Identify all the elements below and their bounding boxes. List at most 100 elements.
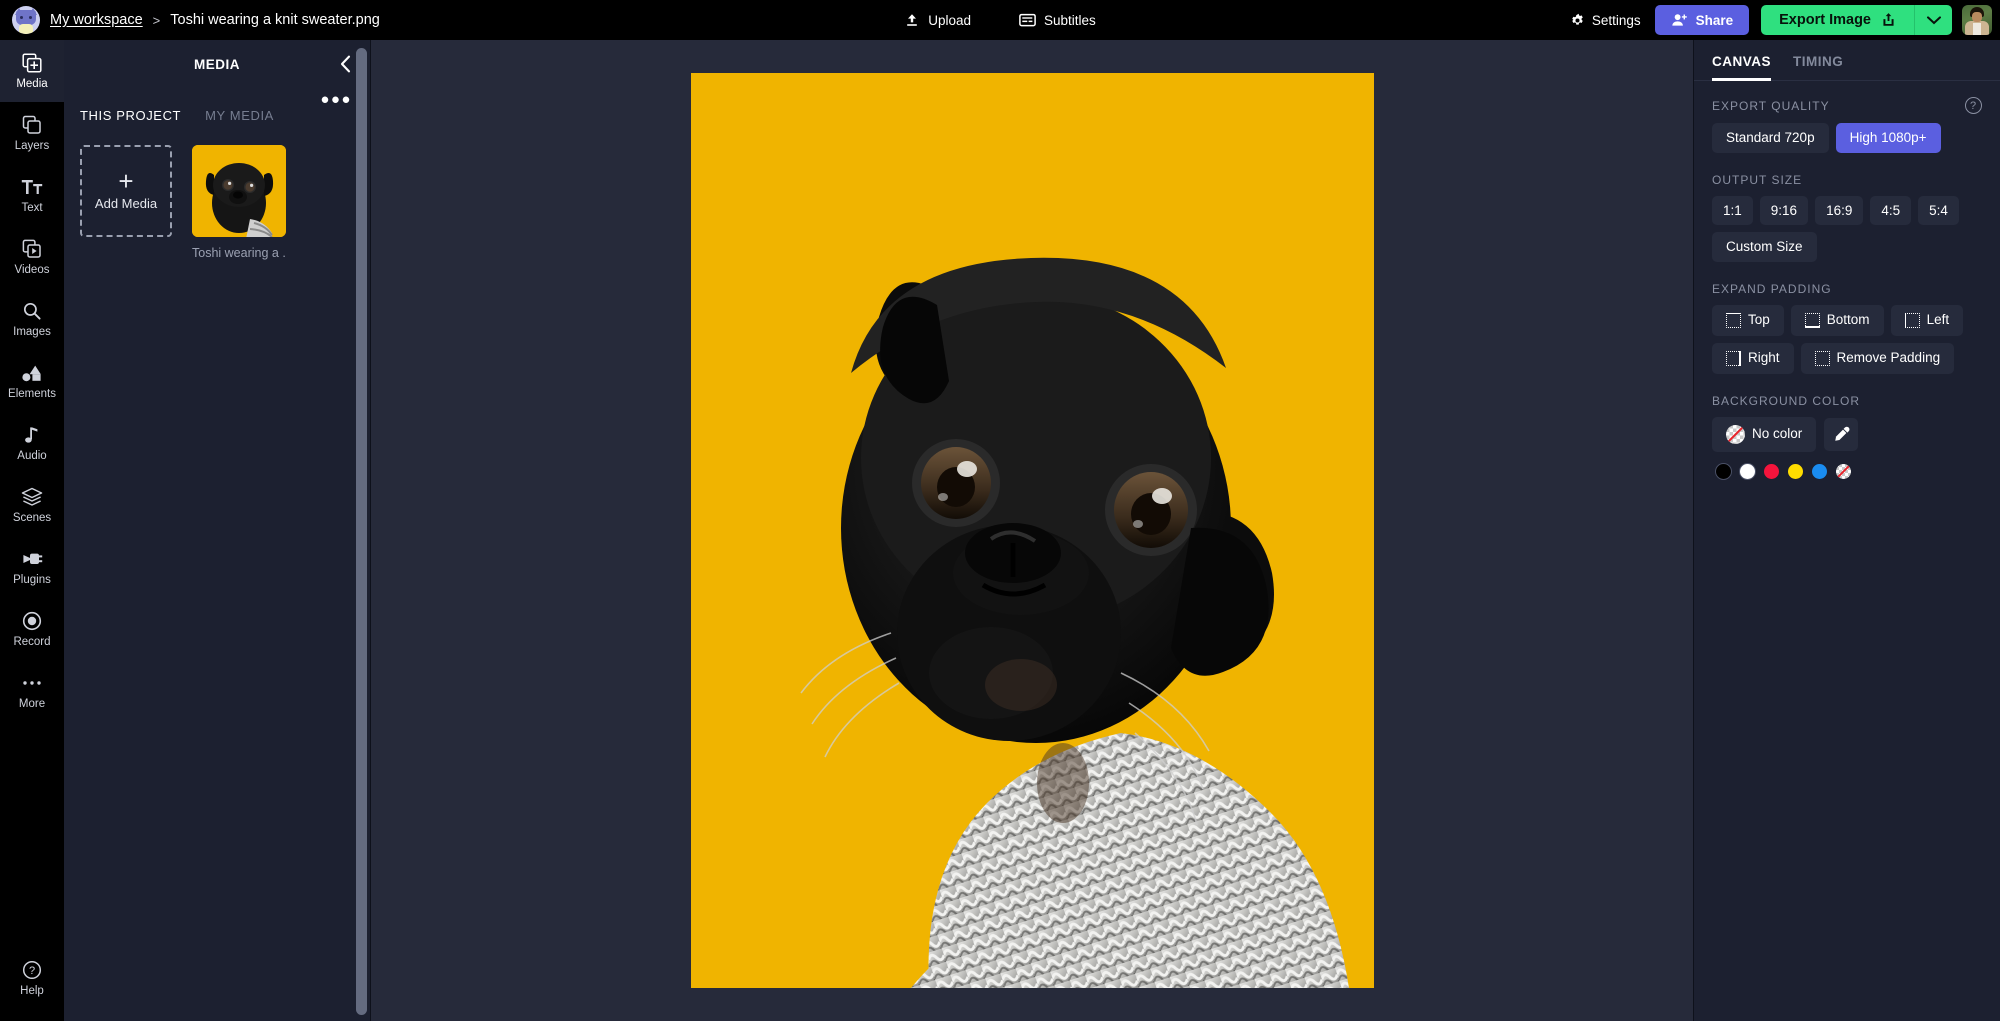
add-person-icon [1671, 13, 1688, 27]
media-panel-scrollbar[interactable] [356, 48, 367, 1015]
padding-top-label: Top [1748, 312, 1770, 328]
sidebar-item-layers[interactable]: Layers [0, 102, 64, 164]
share-button[interactable]: Share [1654, 5, 1750, 35]
media-panel-body: ●●● THIS PROJECT MY MEDIA + Add Media To… [64, 80, 370, 1021]
quality-high-1080p-button[interactable]: High 1080p+ [1835, 123, 1941, 153]
tab-timing[interactable]: TIMING [1793, 54, 1843, 81]
ratio-16-9-button[interactable]: 16:9 [1815, 195, 1864, 225]
sidebar-item-audio[interactable]: Audio [0, 412, 64, 474]
sidebar-label-text: Text [21, 202, 43, 214]
swatch-white[interactable] [1740, 463, 1755, 479]
breadcrumb-separator: > [152, 12, 161, 28]
sidebar-item-scenes[interactable]: Scenes [0, 474, 64, 536]
tab-this-project[interactable]: THIS PROJECT [80, 108, 181, 123]
media-options-button[interactable]: ●●● [320, 92, 352, 107]
media-item[interactable]: Toshi wearing a ... [192, 145, 286, 260]
text-icon [21, 176, 43, 198]
swatch-black[interactable] [1716, 463, 1731, 479]
app-body: Media Layers Text Videos Images Elements… [0, 40, 2000, 1021]
sidebar-item-media[interactable]: Media [0, 40, 64, 102]
sidebar-item-text[interactable]: Text [0, 164, 64, 226]
swatch-red[interactable] [1764, 463, 1779, 479]
swatch-transparent[interactable] [1836, 463, 1851, 479]
sidebar-item-images[interactable]: Images [0, 288, 64, 350]
plus-icon: + [118, 165, 134, 196]
padding-bottom-icon [1804, 312, 1820, 328]
padding-left-button[interactable]: Left [1890, 304, 1964, 336]
padding-bottom-button[interactable]: Bottom [1790, 304, 1884, 336]
settings-button[interactable]: Settings [1570, 13, 1641, 28]
padding-bottom-label: Bottom [1826, 312, 1870, 328]
sidebar-item-record[interactable]: Record [0, 598, 64, 660]
file-name-label[interactable]: Toshi wearing a knit sweater.png [170, 12, 380, 28]
settings-label: Settings [1591, 12, 1641, 28]
sidebar-label-record: Record [13, 636, 51, 648]
upload-button[interactable]: Upload [898, 8, 977, 32]
media-panel-scrollbar-thumb[interactable] [356, 48, 367, 1015]
more-icon [21, 672, 43, 694]
svg-text:?: ? [29, 965, 35, 977]
custom-size-button[interactable]: Custom Size [1712, 232, 1817, 262]
sidebar-label-help: Help [20, 985, 44, 997]
ratio-5-4-button[interactable]: 5:4 [1918, 195, 1959, 225]
swatch-yellow[interactable] [1788, 463, 1803, 479]
export-options-caret[interactable] [1914, 5, 1952, 35]
media-panel-tabs: THIS PROJECT MY MEDIA [80, 80, 354, 123]
remove-padding-button[interactable]: Remove Padding [1800, 342, 1955, 374]
plugins-icon [21, 548, 43, 570]
export-image-button[interactable]: Export Image [1761, 5, 1914, 35]
elements-icon [21, 362, 43, 384]
right-panel-body: EXPORT QUALITY ? Standard 720p High 1080… [1694, 81, 2000, 495]
ratio-9-16-button[interactable]: 9:16 [1759, 195, 1809, 225]
add-media-button[interactable]: + Add Media [80, 145, 172, 237]
output-size-section: OUTPUT SIZE 1:1 9:16 16:9 4:5 5:4 Custom… [1712, 173, 1982, 262]
no-color-label: No color [1752, 426, 1803, 442]
sidebar-label-more: More [18, 698, 46, 710]
right-panel: CANVAS TIMING EXPORT QUALITY ? Standard … [1693, 40, 2000, 1021]
padding-remove-icon [1814, 350, 1830, 366]
sidebar-item-elements[interactable]: Elements [0, 350, 64, 412]
quality-standard-720p-button[interactable]: Standard 720p [1712, 123, 1829, 153]
custom-size-row: Custom Size [1712, 232, 1982, 262]
media-thumbnail[interactable] [192, 145, 286, 237]
sidebar-item-more[interactable]: More [0, 660, 64, 722]
media-grid: + Add Media Toshi wearing a ... [80, 123, 354, 260]
sidebar-item-videos[interactable]: Videos [0, 226, 64, 288]
padding-top-button[interactable]: Top [1712, 304, 1784, 336]
background-color-controls: No color [1712, 416, 1982, 452]
swatch-blue[interactable] [1812, 463, 1827, 479]
output-size-label: OUTPUT SIZE [1712, 172, 1803, 187]
canvas-area[interactable] [371, 40, 1693, 1021]
padding-right-button[interactable]: Right [1712, 342, 1794, 374]
chevron-down-icon [1926, 15, 1941, 25]
tab-canvas[interactable]: CANVAS [1712, 54, 1772, 81]
export-group: Export Image [1761, 5, 1952, 35]
sidebar-label-media: Media [16, 78, 48, 90]
canvas-image[interactable] [690, 73, 1374, 988]
help-icon: ? [21, 959, 43, 981]
tab-my-media[interactable]: MY MEDIA [205, 108, 274, 123]
workspace-link[interactable]: My workspace [50, 12, 143, 28]
background-color-label: BACKGROUND COLOR [1712, 393, 1861, 408]
workspace-avatar-icon[interactable] [12, 6, 40, 34]
export-quality-help-icon[interactable]: ? [1965, 97, 1982, 114]
subtitles-button[interactable]: Subtitles [1013, 9, 1102, 32]
record-icon [21, 610, 43, 632]
expand-padding-options: Top Bottom Left Right Remove Padding [1712, 304, 1982, 374]
sidebar-item-help[interactable]: ? Help [0, 947, 64, 1009]
media-panel-title: MEDIA [194, 56, 240, 72]
sidebar-item-plugins[interactable]: Plugins [0, 536, 64, 598]
app-root: My workspace > Toshi wearing a knit swea… [0, 0, 2000, 1021]
breadcrumb: My workspace > Toshi wearing a knit swea… [0, 6, 380, 34]
ratio-1-1-button[interactable]: 1:1 [1712, 195, 1753, 225]
eyedropper-button[interactable] [1824, 417, 1859, 451]
sidebar-label-elements: Elements [8, 388, 56, 400]
scenes-icon [21, 486, 43, 508]
top-bar-right-actions: Settings Share Export Image [1570, 0, 2000, 40]
user-avatar[interactable] [1962, 5, 1992, 35]
share-label: Share [1695, 12, 1734, 28]
no-color-button[interactable]: No color [1712, 416, 1817, 452]
ratio-4-5-button[interactable]: 4:5 [1870, 195, 1912, 225]
collapse-panel-button[interactable] [336, 55, 354, 73]
sidebar-label-videos: Videos [14, 264, 50, 276]
